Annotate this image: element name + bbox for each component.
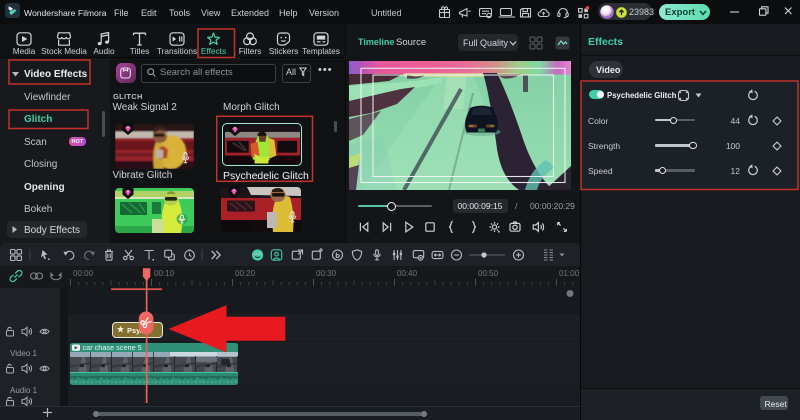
- svg-text:01:00: 01:00: [559, 269, 580, 278]
- svg-text:car chase scene 5: car chase scene 5: [82, 343, 141, 352]
- svg-text:00:30: 00:30: [316, 269, 337, 278]
- svg-text:00:10: 00:10: [154, 269, 175, 278]
- svg-text:00:20: 00:20: [235, 269, 256, 278]
- svg-text:00:00: 00:00: [73, 269, 94, 278]
- svg-text:00:50: 00:50: [478, 269, 499, 278]
- svg-text:00:40: 00:40: [397, 269, 418, 278]
